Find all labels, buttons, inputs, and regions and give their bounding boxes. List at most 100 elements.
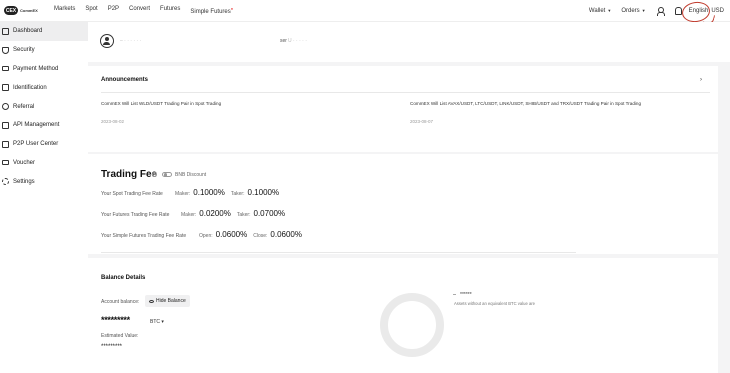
legend-note: Assets without an equivalent BTC value a… — [454, 301, 536, 306]
nav-simple-futures[interactable]: Simple Futures● — [190, 6, 233, 15]
fee-value: 0.1000% — [247, 188, 280, 197]
fee-row-label: Your Simple Futures Trading Fee Rate — [101, 233, 187, 239]
nav-futures[interactable]: Futures — [160, 6, 180, 15]
estimated-value-label: Estimated Value: — [101, 333, 139, 339]
logo-mark: CEX — [4, 6, 18, 15]
new-badge: ● — [230, 6, 234, 11]
wallet-menu[interactable]: Wallet ▼ — [589, 8, 611, 14]
announcements-card: Announcements › CommEX Will List WLD/USD… — [88, 66, 718, 152]
hide-balance-button[interactable]: Hide Balance — [145, 295, 190, 307]
balance-title: Balance Details — [101, 275, 146, 281]
announcement-date: 2023-08-07 — [410, 119, 434, 124]
sidebar-item-api-management[interactable]: API Management — [0, 116, 88, 135]
id-icon — [2, 84, 9, 92]
fee-row-spot: Your Spot Trading Fee Rate Maker: 0.1000… — [101, 188, 279, 197]
api-icon — [2, 121, 9, 129]
divider — [101, 92, 710, 93]
sidebar-item-identification[interactable]: Identification — [0, 78, 88, 97]
fee-key: Maker: — [181, 212, 197, 218]
nav-simple-futures-label: Simple Futures — [190, 9, 231, 15]
balance-value: ********* — [101, 315, 130, 325]
p2p-icon — [2, 140, 9, 148]
sidebar-item-label: Referral — [13, 103, 35, 110]
eye-icon — [149, 299, 154, 303]
announcement-link[interactable]: CommEX Will List AVAX/USDT, LTC/USDT, LI… — [410, 101, 641, 106]
sidebar-item-voucher[interactable]: Voucher — [0, 154, 88, 173]
sidebar-item-referral[interactable]: Referral — [0, 97, 88, 116]
profile-uid: U · · · · · — [288, 38, 307, 44]
orders-menu[interactable]: Orders ▼ — [621, 8, 645, 14]
sidebar-item-label: Voucher — [13, 159, 36, 166]
fee-key: Open: — [199, 233, 213, 239]
sidebar-item-label: P2P User Center — [13, 141, 59, 148]
nav-p2p[interactable]: P2P — [108, 6, 119, 15]
sidebar-item-dashboard[interactable]: Dashboard — [0, 22, 88, 41]
user-icon[interactable] — [656, 7, 665, 16]
currency-label: BTC — [150, 319, 160, 325]
sidebar-item-label: Identification — [13, 84, 47, 91]
bnb-discount-toggle[interactable] — [162, 172, 172, 177]
referral-icon — [2, 103, 9, 111]
logo-text: CommEX — [20, 8, 38, 13]
user-label: ser — [280, 38, 287, 44]
bnb-discount-label: BNB Discount — [175, 172, 207, 178]
chevron-down-icon: ▼ — [641, 8, 646, 13]
shield-icon — [2, 46, 9, 54]
announcements-title: Announcements — [101, 77, 149, 83]
sidebar-item-settings[interactable]: Settings — [0, 172, 88, 191]
sidebar-item-security[interactable]: Security — [0, 41, 88, 60]
top-navigation-bar: CEX CommEX Markets Spot P2P Convert Futu… — [0, 0, 730, 22]
chevron-right-icon[interactable]: › — [700, 77, 702, 83]
fee-row-futures: Your Futures Trading Fee Rate Maker: 0.0… — [101, 209, 285, 218]
estimated-value: ********* — [101, 344, 123, 350]
info-icon[interactable] — [152, 172, 157, 177]
trading-fee-title: Trading Fee — [101, 169, 158, 180]
sidebar-item-label: Dashboard — [13, 28, 43, 35]
fee-key: Taker: — [236, 212, 251, 218]
sidebar: Dashboard Security Payment Method Identi… — [0, 22, 88, 373]
sidebar-item-label: Payment Method — [13, 65, 59, 72]
nav-markets[interactable]: Markets — [54, 6, 75, 15]
sidebar-item-label: Settings — [13, 178, 35, 185]
fee-value: 0.0600% — [215, 230, 248, 239]
fee-row-simple-futures: Your Simple Futures Trading Fee Rate Ope… — [101, 230, 302, 239]
fee-key: Close: — [253, 233, 268, 239]
sidebar-item-p2p-user-center[interactable]: P2P User Center — [0, 135, 88, 154]
card-icon — [2, 66, 9, 72]
main-content: – · · · · · · ser U · · · · · Announceme… — [88, 22, 730, 373]
asset-donut-chart — [380, 293, 444, 357]
legend-value: ****** — [460, 292, 472, 298]
sidebar-item-label: Security — [13, 47, 35, 54]
sidebar-item-label: API Management — [13, 122, 60, 129]
main-nav: Markets Spot P2P Convert Futures Simple … — [54, 6, 243, 15]
chevron-down-icon: ▼ — [607, 8, 612, 13]
fee-key: Maker: — [175, 191, 191, 197]
orders-label: Orders — [621, 8, 640, 14]
nav-spot[interactable]: Spot — [85, 6, 97, 15]
announcement-link[interactable]: CommEX Will List WLD/USDT Trading Pair i… — [101, 101, 221, 106]
sidebar-item-payment-method[interactable]: Payment Method — [0, 60, 88, 79]
fee-value: 0.0600% — [270, 230, 302, 239]
trading-fee-card: Trading Fee BNB Discount Your Spot Tradi… — [88, 154, 718, 254]
voucher-icon — [2, 160, 9, 166]
balance-details-card: Balance Details Account balance: Hide Ba… — [88, 258, 718, 373]
fee-value: 0.0700% — [253, 209, 286, 218]
nav-convert[interactable]: Convert — [129, 6, 150, 15]
currency-selector[interactable]: BTC ▾ — [150, 319, 164, 325]
divider — [101, 252, 576, 253]
fee-key: Taker: — [230, 191, 245, 197]
profile-name: – · · · · · · — [120, 38, 142, 44]
announcement-date: 2023-08-02 — [101, 119, 125, 124]
bell-icon[interactable] — [674, 7, 682, 15]
chevron-down-icon: ▾ — [161, 319, 164, 325]
fee-value: 0.1000% — [193, 188, 225, 197]
fee-row-label: Your Spot Trading Fee Rate — [101, 191, 163, 197]
legend-marker — [453, 294, 456, 295]
fee-value: 0.0200% — [199, 209, 231, 218]
currency-selector[interactable]: USD — [711, 8, 724, 14]
wallet-label: Wallet — [588, 8, 606, 14]
logo[interactable]: CEX CommEX — [4, 6, 44, 15]
avatar[interactable] — [100, 34, 114, 48]
fee-row-label: Your Futures Trading Fee Rate — [101, 212, 170, 218]
dashboard-icon — [2, 27, 9, 35]
